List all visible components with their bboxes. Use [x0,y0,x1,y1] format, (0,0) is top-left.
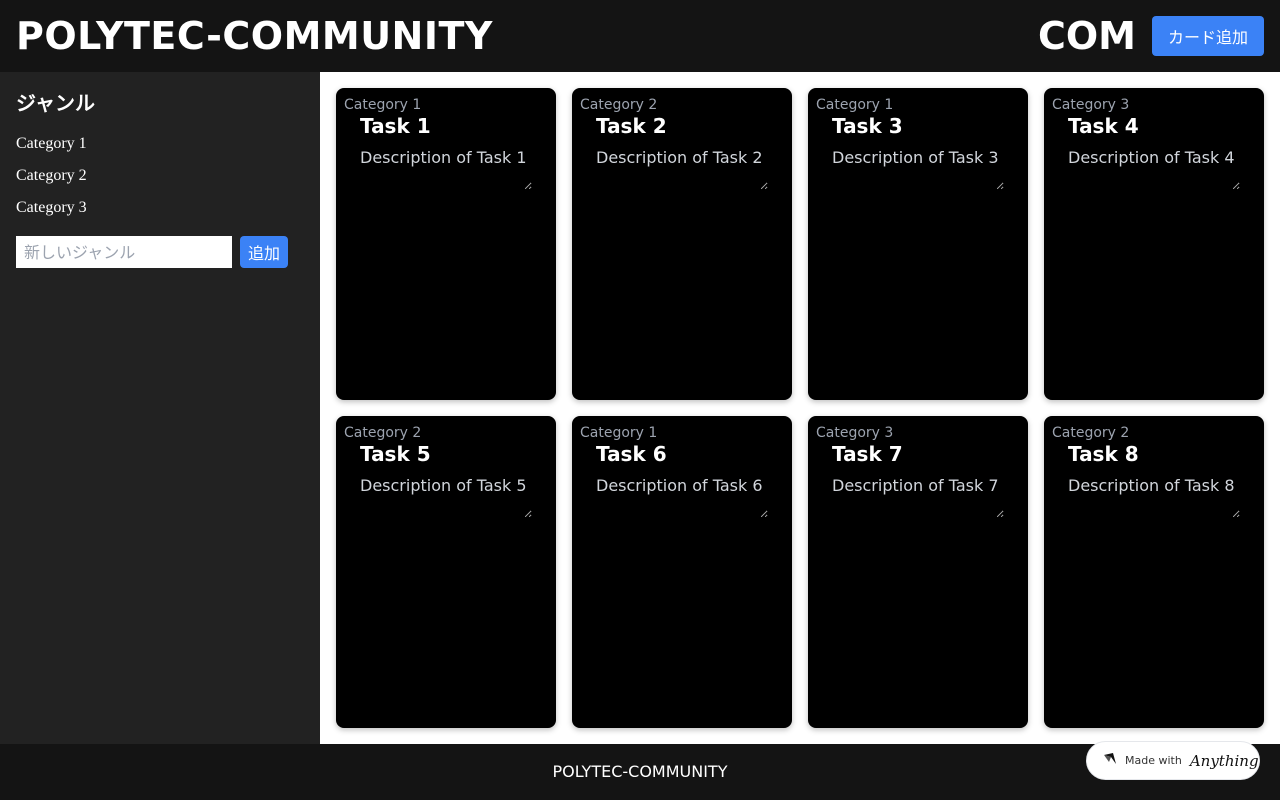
card-description[interactable]: Description of Task 8 [1068,476,1240,518]
made-with-badge[interactable]: Made with Anything [1086,741,1260,780]
brand-title: POLYTEC-COMMUNITY [16,14,493,58]
card-title[interactable]: Task 4 [1068,114,1256,138]
anything-logo-icon [1103,751,1117,770]
card-category: Category 1 [344,97,422,113]
new-genre-input[interactable] [16,236,232,268]
card-description[interactable]: Description of Task 1 [360,148,532,190]
card-category: Category 1 [816,97,894,113]
card-category: Category 2 [580,97,658,113]
sidebar-item-category-3[interactable]: Category 3 [16,192,304,224]
card-category: Category 2 [344,425,422,441]
card-title[interactable]: Task 6 [596,442,784,466]
card-category: Category 3 [816,425,894,441]
card-grid: Category 1 Task 1 Description of Task 1 … [336,88,1264,728]
sidebar-item-category-1[interactable]: Category 1 [16,128,304,160]
badge-label: Made with [1125,754,1182,767]
card-title[interactable]: Task 8 [1068,442,1256,466]
card-title[interactable]: Task 2 [596,114,784,138]
add-genre-form: 追加 [16,236,304,268]
card-description[interactable]: Description of Task 7 [832,476,1004,518]
card-description[interactable]: Description of Task 4 [1068,148,1240,190]
header-actions: COM カード追加 [1038,16,1264,56]
card-title[interactable]: Task 7 [832,442,1020,466]
card-category: Category 3 [1052,97,1130,113]
task-card[interactable]: Category 2 Task 2 Description of Task 2 [572,88,792,400]
sidebar-title: ジャンル [16,91,95,115]
header-short-title: COM [1037,14,1136,58]
card-title[interactable]: Task 5 [360,442,548,466]
card-title[interactable]: Task 1 [360,114,548,138]
card-title[interactable]: Task 3 [832,114,1020,138]
task-card[interactable]: Category 3 Task 4 Description of Task 4 [1044,88,1264,400]
add-card-button[interactable]: カード追加 [1151,16,1264,56]
card-board: Category 1 Task 1 Description of Task 1 … [320,72,1280,744]
card-category: Category 2 [1052,425,1130,441]
card-description[interactable]: Description of Task 5 [360,476,532,518]
sidebar-item-category-2[interactable]: Category 2 [16,160,304,192]
card-description[interactable]: Description of Task 6 [596,476,768,518]
task-card[interactable]: Category 2 Task 8 Description of Task 8 [1044,416,1264,728]
badge-brand: Anything [1189,751,1259,770]
task-card[interactable]: Category 3 Task 7 Description of Task 7 [808,416,1028,728]
card-description[interactable]: Description of Task 2 [596,148,768,190]
header: POLYTEC-COMMUNITY COM カード追加 [0,0,1280,72]
add-genre-button[interactable]: 追加 [240,236,289,268]
card-category: Category 1 [580,425,658,441]
task-card[interactable]: Category 1 Task 3 Description of Task 3 [808,88,1028,400]
task-card[interactable]: Category 1 Task 6 Description of Task 6 [572,416,792,728]
sidebar: ジャンル Category 1 Category 2 Category 3 追加 [0,72,320,744]
task-card[interactable]: Category 1 Task 1 Description of Task 1 [336,88,556,400]
card-description[interactable]: Description of Task 3 [832,148,1004,190]
task-card[interactable]: Category 2 Task 5 Description of Task 5 [336,416,556,728]
